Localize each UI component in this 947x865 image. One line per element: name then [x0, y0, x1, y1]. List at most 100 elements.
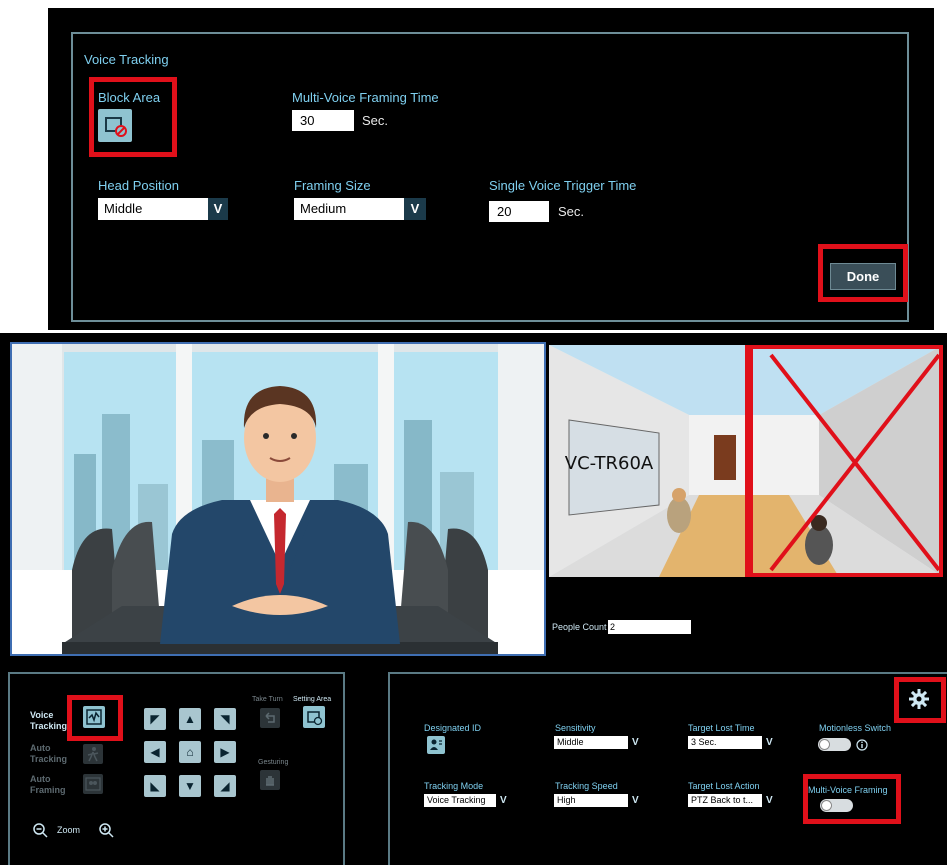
mode-auto-framing-line1: Auto [30, 774, 51, 784]
done-button[interactable]: Done [830, 263, 896, 290]
wall-sign-text: VC-TR60A [565, 453, 654, 474]
zoom-out-button[interactable] [32, 822, 48, 838]
voice-tracking-frame [71, 32, 909, 322]
framing-size-label: Framing Size [294, 178, 371, 193]
tracking-speed-select[interactable]: High [554, 794, 628, 807]
tracking-mode-label: Tracking Mode [424, 781, 484, 791]
single-voice-trigger-time-label: Single Voice Trigger Time [489, 178, 637, 193]
framing-size-select[interactable]: Medium [294, 198, 404, 220]
presenter-illustration [12, 344, 544, 654]
tracking-speed-label: Tracking Speed [555, 781, 618, 791]
head-position-label: Head Position [98, 178, 179, 193]
chevron-down-icon[interactable]: V [632, 794, 639, 807]
designated-id-label: Designated ID [424, 723, 482, 733]
pan-down-left-button[interactable]: ◣ [144, 775, 166, 797]
setting-area-icon [307, 711, 323, 726]
arrow-up-icon: ▲ [184, 712, 196, 726]
multi-voice-framing-time-label: Multi-Voice Framing Time [292, 90, 439, 105]
target-lost-action-select[interactable]: PTZ Back to t... [688, 794, 762, 807]
conference-room-illustration: VC-TR60A [549, 345, 943, 577]
arrow-down-icon: ▼ [184, 779, 196, 793]
multi-voice-framing-label: Multi-Voice Framing [808, 785, 888, 795]
motionless-switch-label: Motionless Switch [819, 723, 892, 733]
pan-left-button[interactable]: ◀ [144, 741, 166, 763]
mode-auto-tracking[interactable]: Auto Tracking [30, 743, 67, 765]
pan-up-right-button[interactable]: ◥ [214, 708, 236, 730]
mode-auto-tracking-line1: Auto [30, 743, 51, 753]
voice-tracking-button[interactable] [83, 706, 105, 728]
gesturing-button[interactable] [260, 770, 280, 790]
zoom-in-icon [99, 823, 114, 838]
home-icon: ⌂ [186, 745, 194, 759]
camera-control-panel: Voice Tracking Auto Tracking Auto Framin… [8, 672, 345, 865]
setting-area-label: Setting Area [293, 696, 332, 703]
motionless-switch-toggle[interactable] [818, 738, 851, 751]
settings-button[interactable] [908, 688, 930, 710]
tracking-settings-panel: Designated ID Sensitivity Middle V Targe… [388, 672, 947, 865]
mode-voice-tracking[interactable]: Voice Tracking [30, 710, 67, 732]
chevron-down-icon[interactable]: V [632, 736, 639, 749]
hand-icon [266, 776, 274, 786]
home-button[interactable]: ⌂ [179, 741, 201, 763]
sensitivity-select[interactable]: Middle [554, 736, 628, 749]
multi-voice-framing-toggle[interactable] [820, 799, 853, 812]
multi-voice-framing-time-unit: Sec. [362, 113, 389, 128]
take-turn-label: Take Turn [252, 696, 283, 703]
auto-tracking-button[interactable] [83, 744, 103, 764]
gesturing-label: Gesturing [258, 759, 289, 766]
multi-voice-framing-time-input[interactable]: 30 [292, 110, 354, 131]
mode-auto-tracking-line2: Tracking [30, 754, 68, 764]
person-walking-icon [87, 747, 99, 762]
head-position-select[interactable]: Middle [98, 198, 208, 220]
gear-icon [909, 689, 929, 709]
target-lost-time-select[interactable]: 3 Sec. [688, 736, 762, 749]
panel-title: Voice Tracking [84, 52, 169, 67]
tilt-down-button[interactable]: ▼ [179, 775, 201, 797]
arrow-right-icon: ▶ [220, 745, 230, 759]
mode-auto-framing[interactable]: Auto Framing [30, 774, 66, 796]
camera-view-room: VC-TR60A [549, 345, 943, 577]
chevron-down-icon[interactable]: V [766, 736, 773, 749]
undo-arrow-icon [265, 712, 275, 723]
pan-up-left-button[interactable]: ◤ [144, 708, 166, 730]
people-count-label: People Count [552, 622, 607, 632]
arrow-up-right-icon: ◥ [220, 712, 230, 726]
arrow-down-right-icon: ◢ [220, 779, 230, 793]
chevron-down-icon[interactable]: V [404, 198, 426, 220]
auto-framing-button[interactable] [83, 774, 103, 794]
info-icon[interactable] [856, 738, 868, 751]
designated-id-button[interactable] [427, 736, 445, 754]
arrow-left-icon: ◀ [150, 745, 160, 759]
zoom-label: Zoom [57, 825, 81, 835]
multi-voice-framing-highlight [803, 774, 901, 824]
mode-voice-tracking-line2: Tracking [30, 721, 68, 731]
arrow-up-left-icon: ◤ [150, 712, 160, 726]
chevron-down-icon[interactable]: V [208, 198, 228, 220]
arrow-down-left-icon: ◣ [150, 779, 160, 793]
voice-tracking-settings-panel: Voice Tracking Block Area Multi-Voice Fr… [48, 8, 934, 330]
chevron-down-icon[interactable]: V [766, 794, 773, 807]
target-lost-action-label: Target Lost Action [688, 781, 760, 791]
group-framing-icon [85, 777, 101, 791]
person-swap-icon [430, 739, 442, 750]
camera-view-main [10, 342, 546, 656]
block-area-button[interactable] [98, 109, 132, 142]
chevron-down-icon[interactable]: V [500, 794, 507, 807]
block-area-label: Block Area [98, 90, 161, 105]
voice-tracking-icon [86, 709, 102, 725]
target-lost-time-label: Target Lost Time [688, 723, 755, 733]
mode-auto-framing-line2: Framing [30, 785, 66, 795]
pan-right-button[interactable]: ▶ [214, 741, 236, 763]
tilt-up-button[interactable]: ▲ [179, 708, 201, 730]
zoom-in-button[interactable] [98, 822, 114, 838]
take-turn-button[interactable] [260, 708, 280, 728]
block-area-icon [105, 117, 127, 137]
single-voice-trigger-time-input[interactable]: 20 [489, 201, 549, 222]
single-voice-trigger-time-unit: Sec. [558, 204, 585, 219]
pan-down-right-button[interactable]: ◢ [214, 775, 236, 797]
people-count-input[interactable]: 2 [608, 620, 691, 634]
mode-voice-tracking-line1: Voice [30, 710, 54, 720]
setting-area-button[interactable] [303, 706, 325, 728]
tracking-mode-select[interactable]: Voice Tracking [424, 794, 496, 807]
sensitivity-label: Sensitivity [555, 723, 596, 733]
